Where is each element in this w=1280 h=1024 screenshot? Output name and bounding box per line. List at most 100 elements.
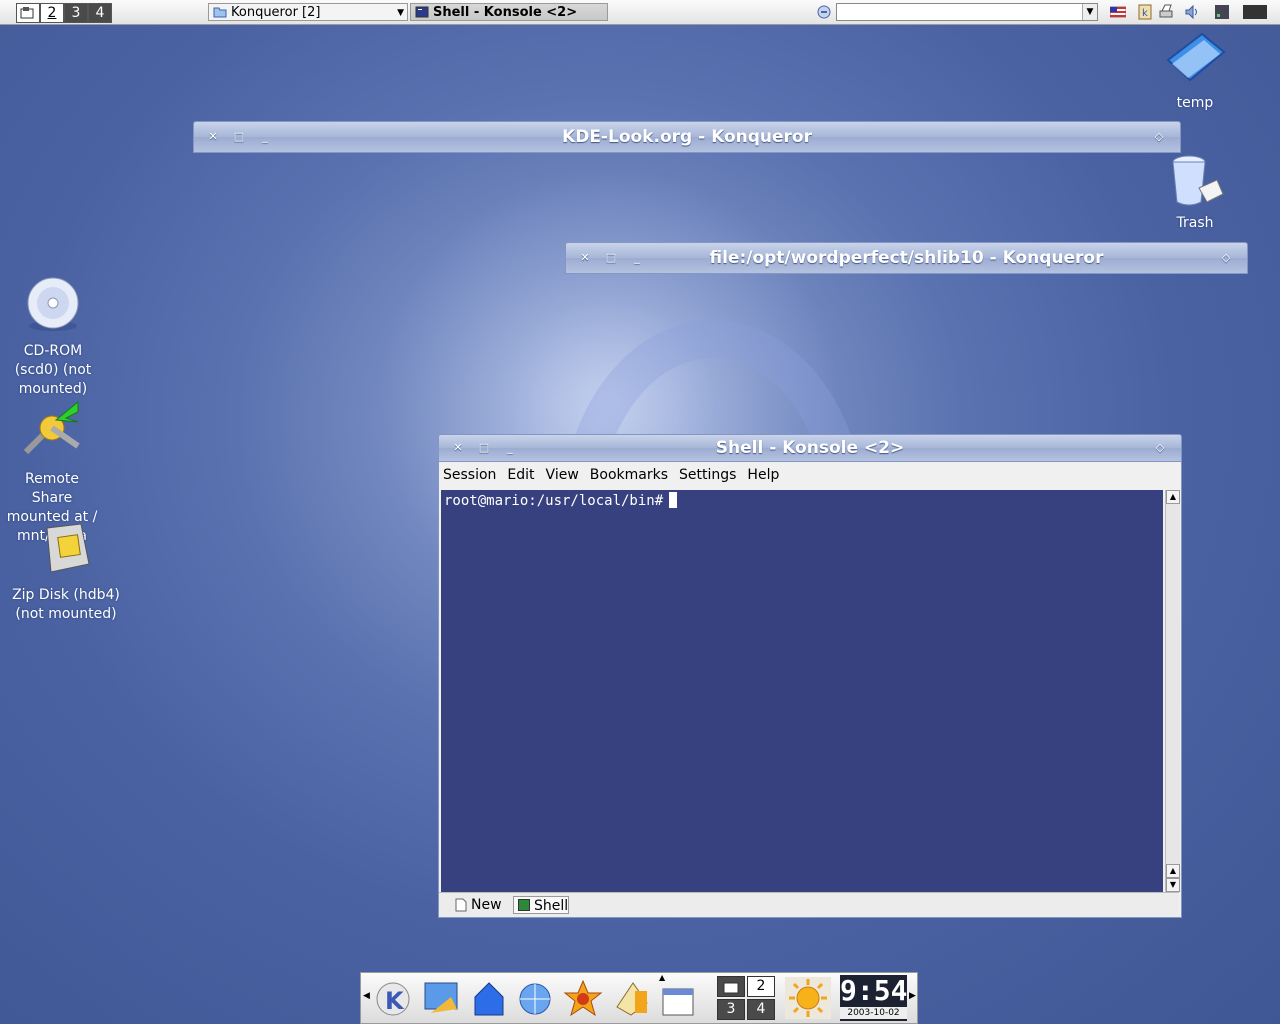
taskbar-item-konsole[interactable]: Shell - Konsole <2> (410, 3, 608, 21)
menu-icon[interactable]: ◇ (1153, 435, 1167, 461)
menu-view[interactable]: View (546, 467, 579, 483)
flag-us-icon[interactable] (1110, 4, 1126, 20)
weather-sun-icon[interactable] (785, 977, 831, 1019)
chevron-down-icon: ▼ (397, 8, 404, 18)
close-icon[interactable]: ✕ (206, 122, 220, 152)
document-icon (455, 898, 467, 912)
folder-icon (1166, 32, 1226, 82)
minimize-icon[interactable]: _ (258, 122, 272, 152)
terminal-area[interactable]: root@mario:/usr/local/bin# (441, 490, 1163, 892)
panel-hide-left-icon[interactable]: ◀ (363, 991, 370, 1001)
konqueror-window-shlib10[interactable]: ✕ □ _ file:/opt/wordperfect/shlib10 - Ko… (565, 242, 1248, 274)
desktop-icon-trash[interactable]: Trash (1150, 150, 1240, 233)
menu-settings[interactable]: Settings (679, 467, 736, 483)
close-icon[interactable]: ✕ (451, 435, 465, 461)
folder-icon (213, 7, 227, 18)
menu-icon[interactable]: ◇ (1152, 122, 1166, 152)
menu-bookmarks[interactable]: Bookmarks (590, 467, 668, 483)
top-panel: 2 3 4 Konqueror [2] ▼ Shell - Konsole <2… (0, 0, 1280, 25)
window-titlebar[interactable]: ✕ □ _ Shell - Konsole <2> ◇ (438, 434, 1182, 462)
desktop-icon-cdrom[interactable]: CD-ROM (scd0) (not mounted) (8, 276, 98, 399)
terminal-icon (415, 6, 429, 18)
url-combo[interactable]: ▼ (836, 3, 1098, 21)
menu-edit[interactable]: Edit (507, 467, 534, 483)
maximize-icon[interactable]: □ (477, 435, 491, 461)
konqueror-icon[interactable] (515, 977, 555, 1019)
window-title: KDE-Look.org - Konqueror (562, 127, 812, 147)
konsole-window[interactable]: ✕ □ _ Shell - Konsole <2> ◇ Session Edit V… (438, 434, 1182, 918)
tab-shell-label: Shell (534, 898, 569, 914)
speaker-icon[interactable] (1184, 4, 1200, 20)
printer-icon[interactable] (1158, 4, 1174, 20)
desktop-1-icon (723, 982, 739, 994)
window-title: Shell - Konsole <2> (715, 438, 905, 458)
close-icon[interactable]: ✕ (578, 243, 592, 273)
desktop-icon[interactable] (421, 977, 461, 1019)
clock[interactable]: 9:54 2003-10-02 (840, 975, 907, 1021)
menubar: Session Edit View Bookmarks Settings Help (439, 462, 1181, 488)
window-title: file:/opt/wordperfect/shlib10 - Konquero… (709, 248, 1104, 268)
taskbar-item-label: Konqueror [2] (231, 5, 321, 20)
minimize-icon[interactable]: _ (630, 243, 644, 273)
maximize-icon[interactable]: □ (232, 122, 246, 152)
scroll-up-button[interactable]: ▲ (1166, 490, 1180, 504)
network-share-icon (23, 400, 80, 455)
pager-desktop-4[interactable]: 4 (747, 999, 775, 1020)
chevron-down-icon[interactable]: ▼ (1082, 4, 1097, 20)
window-list-icon[interactable] (659, 977, 699, 1019)
scroll-up-button-lower[interactable]: ▲ (1166, 864, 1180, 878)
kde-menu-icon[interactable]: K (373, 977, 413, 1019)
taskbar-item-konqueror[interactable]: Konqueror [2] ▼ (208, 3, 408, 21)
konqueror-window-kdelook[interactable]: ✕ □ _ KDE-Look.org - Konqueror ◇ (193, 121, 1181, 153)
pager-desktop-2[interactable]: 2 (747, 976, 775, 997)
menu-help[interactable]: Help (747, 467, 779, 483)
terminal-prompt: root@mario:/usr/local/bin# (444, 493, 664, 509)
pager-desktop-2[interactable]: 2 (40, 3, 64, 23)
bottom-pager: 2 3 4 (717, 976, 777, 1020)
taskbar-item-label: Shell - Konsole <2> (433, 5, 578, 20)
desktop-icon-label-line: CD-ROM (23, 343, 83, 359)
scroll-down-button[interactable]: ▼ (1166, 878, 1180, 892)
svg-text:K: K (385, 987, 405, 1015)
menu-icon[interactable]: ◇ (1219, 243, 1233, 273)
desktop-icon-label: Trash (1176, 215, 1214, 231)
maximize-icon[interactable]: □ (604, 243, 618, 273)
pager-desktop-4[interactable]: 4 (88, 3, 112, 23)
klipper-icon[interactable]: k (1137, 4, 1153, 20)
tab-shell[interactable]: Shell (513, 896, 569, 914)
window-titlebar[interactable]: ✕ □ _ file:/opt/wordperfect/shlib10 - Ko… (565, 242, 1248, 274)
monitor-icon[interactable] (1242, 4, 1268, 20)
zip-disk-icon (46, 523, 90, 573)
desktop-icon-label-line: (not mounted) (15, 606, 117, 622)
session-tabbar: New Shell (439, 892, 1179, 917)
new-session-label: New (471, 897, 502, 913)
desktop-icon-label: temp (1176, 95, 1214, 111)
office-icon[interactable] (611, 977, 651, 1019)
desktop-icon-temp[interactable]: temp (1150, 30, 1240, 113)
home-icon[interactable] (469, 977, 509, 1019)
svg-text:k: k (1142, 8, 1148, 19)
pager-desktop-3[interactable]: 3 (717, 999, 745, 1020)
desktop-icon-label-line: Zip Disk (hdb4) (12, 587, 120, 603)
trash-icon (1172, 155, 1224, 206)
window-titlebar[interactable]: ✕ □ _ KDE-Look.org - Konqueror ◇ (193, 121, 1181, 153)
desktop-icon-zip-disk[interactable]: Zip Disk (hdb4) (not mounted) (10, 522, 122, 624)
minimize-icon[interactable]: _ (503, 435, 517, 461)
pager-desktop-1[interactable] (16, 3, 40, 23)
pager-desktop-1[interactable] (717, 976, 745, 997)
konsole-body: Session Edit View Bookmarks Settings Help roo… (438, 462, 1182, 918)
kmail-star-icon[interactable] (563, 977, 603, 1019)
menu-session[interactable]: Session (443, 467, 496, 483)
new-session-button[interactable]: New (451, 896, 509, 914)
bottom-panel: ◀ K ▲ 2 3 4 9:54 2003-10-02 ▶ (360, 972, 918, 1024)
run-command-icon[interactable] (816, 4, 832, 20)
terminal-scrollbar[interactable]: ▲ ▲ ▼ (1165, 490, 1180, 892)
network-icon[interactable] (1214, 4, 1230, 20)
panel-hide-right-icon[interactable]: ▶ (909, 991, 916, 1001)
desktop-1-icon (20, 7, 34, 19)
desktop-icon-label-line: (scd0) (not (14, 362, 92, 378)
terminal-icon (518, 899, 530, 911)
pager-desktop-3[interactable]: 3 (64, 3, 88, 23)
clock-time: 9:54 (840, 974, 908, 1007)
terminal-prompt-line: root@mario:/usr/local/bin# (444, 492, 678, 509)
